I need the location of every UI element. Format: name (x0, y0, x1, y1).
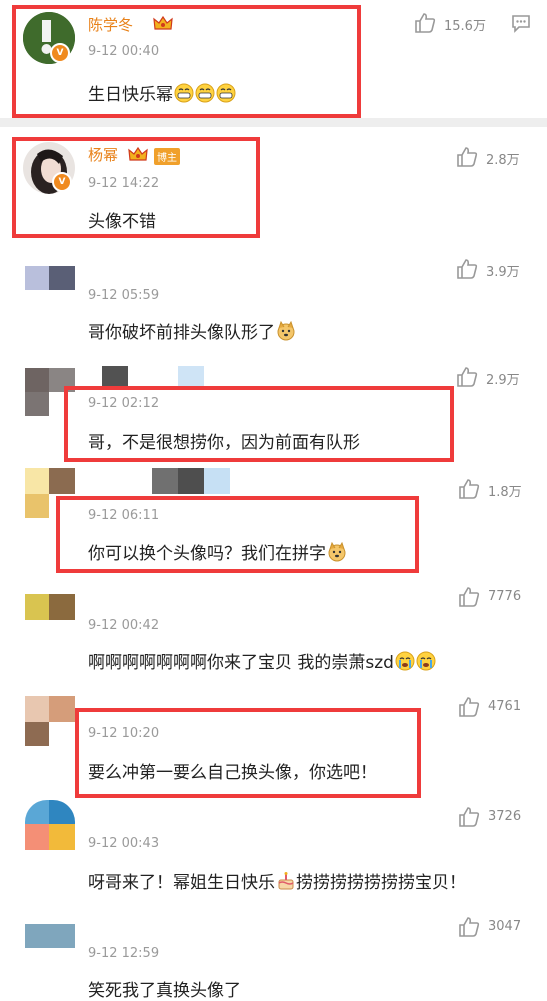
like-count: 2.9万 (486, 373, 520, 388)
like-count: 1.8万 (488, 485, 522, 500)
comment-item: 9-12 00:42 啊啊啊啊啊啊啊你来了宝贝 我的崇萧szd 7776 (0, 580, 547, 690)
avatar-fragment (204, 468, 230, 494)
comment-time: 9-12 00:42 (88, 618, 160, 633)
thumbs-up-icon (457, 367, 478, 387)
avatar[interactable] (25, 924, 75, 948)
doge-emoji (277, 321, 295, 341)
crying-emoji (395, 651, 415, 671)
comment-text: 笑死我了真换头像了 (88, 981, 241, 1001)
cake-emoji (278, 872, 294, 890)
thumbs-up-icon (459, 697, 480, 717)
thumbs-up-icon (459, 587, 480, 607)
avatar[interactable] (25, 266, 75, 290)
comment-text-tail: 捞捞捞捞捞捞捞宝贝！ (296, 873, 466, 893)
avatar[interactable] (25, 800, 75, 850)
comment-text: 啊啊啊啊啊啊啊你来了宝贝 我的崇萧szd (88, 648, 436, 673)
like-count: 4761 (488, 699, 522, 714)
comment-time: 9-12 12:59 (88, 946, 160, 961)
comment-item: 9-12 12:59 笑死我了真换头像了 3047 (0, 910, 547, 1001)
thumbs-up-icon (459, 479, 480, 499)
thumbs-up-icon (415, 13, 436, 33)
comment-text-body: 哥你破坏前排头像队形了 (88, 323, 275, 343)
highlight-box (75, 708, 421, 798)
avatar[interactable] (25, 696, 75, 746)
avatar-fragment (178, 468, 204, 494)
like-count: 15.6万 (444, 19, 486, 34)
like-count: 7776 (488, 589, 522, 604)
avatar-fragment (102, 366, 128, 388)
avatar-fragment (178, 366, 204, 388)
comment-item: 9-12 00:43 呀哥来了！幂姐生日快乐 捞捞捞捞捞捞捞宝贝！ 3726 (0, 800, 547, 910)
avatar-fragment (152, 468, 178, 494)
reply-icon[interactable] (511, 13, 531, 33)
crying-emoji (416, 651, 436, 671)
thumbs-up-icon (459, 807, 480, 827)
like-count: 3726 (488, 809, 522, 824)
highlight-box (12, 137, 260, 238)
comment-time: 9-12 00:43 (88, 836, 160, 851)
thumbs-up-icon (457, 147, 478, 167)
like-count: 3.9万 (486, 265, 520, 280)
highlight-box (64, 386, 454, 462)
comment-item: 9-12 05:59 哥你破坏前排头像队形了 3.9万 (0, 248, 547, 358)
thumbs-up-icon (459, 917, 480, 937)
comment-time: 9-12 05:59 (88, 288, 160, 303)
highlight-box (56, 496, 419, 573)
section-divider (0, 118, 547, 127)
avatar[interactable] (25, 594, 75, 620)
comment-text: 呀哥来了！幂姐生日快乐 捞捞捞捞捞捞捞宝贝！ (88, 868, 466, 893)
comment-text: 哥你破坏前排头像队形了 (88, 318, 296, 343)
comment-text-body: 呀哥来了！幂姐生日快乐 (88, 873, 275, 893)
like-count: 2.8万 (486, 153, 520, 168)
highlight-box (12, 5, 361, 118)
like-count: 3047 (488, 919, 522, 934)
thumbs-up-icon (457, 259, 478, 279)
comment-text-body: 啊啊啊啊啊啊啊你来了宝贝 我的崇萧szd (88, 653, 394, 673)
